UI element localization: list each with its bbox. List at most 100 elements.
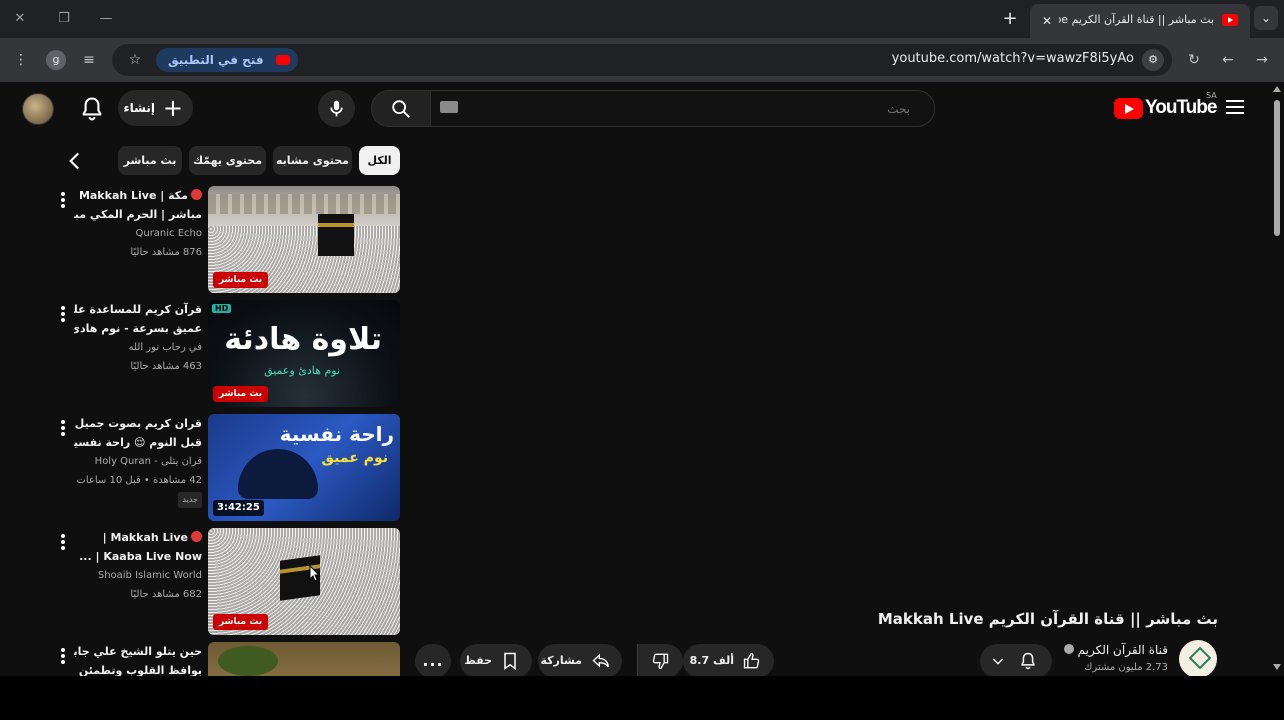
- video-thumbnail[interactable]: HD تلاوة هادئة نوم هادئ وعميق بث مباشر: [208, 300, 400, 407]
- voice-search-button[interactable]: [318, 90, 355, 127]
- window-minimize-icon[interactable]: —: [96, 9, 116, 29]
- like-count: 8.7 ألف: [689, 654, 734, 667]
- bookmark-icon: [504, 652, 516, 670]
- verified-icon: [1063, 644, 1074, 654]
- tab-search-button[interactable]: ⌄: [1254, 6, 1278, 30]
- list-item[interactable]: بث مباشر Makkah Live | Kaaba Live Now | …: [0, 528, 410, 636]
- live-badge: بث مباشر: [213, 272, 269, 288]
- video-thumbnail[interactable]: راحة نفسية نوم عميق 3:42:25: [208, 414, 400, 521]
- thumbs-down-icon: [652, 653, 669, 670]
- chip-related[interactable]: محتوى مشابه: [273, 146, 352, 175]
- chip-recommended[interactable]: محتوى يهمّك: [189, 146, 266, 175]
- thumbnail-title: راحة نفسية: [279, 422, 394, 446]
- url-text[interactable]: youtube.com/watch?v=wawzF8i5yAo: [892, 51, 1134, 66]
- video-title-line2: عميق بسرعة - نوم هادئ ...: [74, 322, 202, 335]
- share-icon: [592, 653, 610, 668]
- video-thumbnail[interactable]: [208, 642, 400, 676]
- tab-close-icon[interactable]: ✕: [1038, 12, 1056, 30]
- more-actions-icon[interactable]: [58, 306, 68, 324]
- thumbnail-subtitle: نوم عميق: [321, 450, 388, 466]
- plus-icon: +: [162, 94, 183, 122]
- youtube-app-icon: [275, 55, 290, 65]
- video-views: 42 مشاهدة • قبل 10 ساعات: [76, 475, 202, 486]
- more-actions-icon[interactable]: [58, 192, 68, 210]
- video-channel[interactable]: قران يتلى - Holy Quran: [74, 452, 202, 471]
- page-title: بث مباشر || قناة القرآن الكريم Makkah Li…: [877, 610, 1218, 628]
- video-views: 682 مشاهد حاليًا: [130, 589, 202, 600]
- youtube-page: إنشاء + YouTube SA الكل محتوى مشابه محتو…: [0, 82, 1284, 676]
- video-title-line1: قرآن كريم للمساعدة على نوم: [74, 303, 202, 316]
- keyboard-icon[interactable]: [440, 101, 458, 113]
- channel-avatar[interactable]: [1179, 640, 1217, 676]
- browser-menu-icon[interactable]: ⋮: [10, 49, 32, 71]
- chevron-down-icon: [992, 658, 1004, 665]
- scroll-up-arrow-icon[interactable]: [1273, 86, 1281, 92]
- back-arrow-icon[interactable]: →: [1251, 49, 1273, 71]
- search-input[interactable]: [430, 90, 935, 127]
- dislike-button[interactable]: [637, 644, 683, 676]
- more-actions-icon[interactable]: [58, 420, 68, 438]
- duration-badge: 3:42:25: [213, 500, 264, 516]
- tab-title: بث مباشر || قناة القرآن الكريم Makkah Li…: [1059, 13, 1214, 26]
- chip-live[interactable]: بث مباشر: [118, 146, 182, 175]
- video-title-line2: بوافظ القلوب وتطمئن: [78, 664, 202, 676]
- search-button[interactable]: [371, 90, 431, 127]
- scrollbar-thumb[interactable]: [1274, 100, 1280, 236]
- chip-all[interactable]: الكل: [359, 146, 400, 175]
- page-scrollbar[interactable]: [1270, 82, 1284, 676]
- like-button[interactable]: 8.7 ألف: [683, 644, 774, 676]
- guide-menu-icon[interactable]: [1226, 100, 1244, 116]
- video-channel[interactable]: في رحاب نور الله: [74, 338, 202, 357]
- scroll-down-arrow-icon[interactable]: [1273, 664, 1281, 670]
- window-restore-icon[interactable]: ❐: [54, 9, 74, 29]
- subscriber-count: 2.73 مليون مشترك: [1084, 662, 1168, 673]
- reading-list-icon[interactable]: ≡: [78, 49, 100, 71]
- list-item[interactable]: حين يتلو الشيخ علي جابر بوافظ القلوب وتط…: [0, 642, 410, 676]
- address-bar[interactable]: ☆ فتح في التطبيق youtube.com/watch?v=waw…: [112, 44, 1172, 76]
- account-avatar[interactable]: [22, 93, 54, 125]
- more-actions-button[interactable]: ...: [415, 644, 451, 676]
- create-label: إنشاء: [123, 101, 155, 115]
- video-title-line2: Kaaba Live Now | ...: [79, 550, 202, 563]
- channel-name[interactable]: قناة القرآن الكريم: [1063, 643, 1168, 657]
- video-thumbnail[interactable]: بث مباشر: [208, 186, 400, 293]
- save-button[interactable]: حفظ: [460, 644, 532, 676]
- forward-arrow-icon[interactable]: ←: [1217, 49, 1239, 71]
- video-thumbnail[interactable]: بث مباشر: [208, 528, 400, 635]
- video-title-line2: قبل النوم 😌 راحة نفسية ...: [74, 436, 202, 449]
- site-info-icon[interactable]: ⚙: [1142, 49, 1164, 71]
- video-channel[interactable]: Quranic Echo: [74, 224, 202, 243]
- more-actions-icon[interactable]: [58, 648, 68, 666]
- video-views: 463 مشاهد حاليًا: [130, 361, 202, 372]
- video-channel[interactable]: Shoaib Islamic World: [74, 566, 202, 585]
- window-close-icon[interactable]: ✕: [10, 9, 30, 29]
- country-code: SA: [1206, 91, 1217, 100]
- list-item[interactable]: HD تلاوة هادئة نوم هادئ وعميق بث مباشر ق…: [0, 300, 410, 408]
- thumbnail-title: تلاوة هادئة: [224, 322, 382, 357]
- video-views: 876 مشاهد حاليًا: [130, 247, 202, 258]
- new-tab-button[interactable]: +: [999, 8, 1021, 30]
- profile-avatar[interactable]: g: [46, 50, 66, 70]
- kaaba-image: [318, 214, 354, 256]
- notifications-bell-icon[interactable]: [78, 95, 106, 123]
- bookmark-star-icon[interactable]: ☆: [124, 49, 146, 71]
- list-item[interactable]: راحة نفسية نوم عميق 3:42:25 قران كريم بص…: [0, 414, 410, 522]
- open-in-app-label: فتح في التطبيق: [168, 53, 264, 67]
- video-title-line1: Makkah Live |: [74, 528, 202, 547]
- create-button[interactable]: إنشاء +: [118, 90, 193, 126]
- live-badge: بث مباشر: [213, 386, 269, 402]
- share-button[interactable]: مشاركة: [538, 644, 622, 676]
- reload-icon[interactable]: ↻: [1183, 49, 1205, 71]
- video-title-line1: حين يتلو الشيخ علي جابر: [74, 645, 202, 658]
- new-badge: جديد: [178, 492, 202, 508]
- mouse-pointer-icon: [309, 565, 321, 582]
- youtube-logo[interactable]: YouTube SA: [1114, 91, 1222, 121]
- youtube-favicon-icon: [1222, 14, 1238, 26]
- browser-tab-youtube[interactable]: ✕ بث مباشر || قناة القرآن الكريم Makkah …: [1030, 4, 1250, 38]
- list-item[interactable]: بث مباشر مكة | Makkah Live مباشر | الحرم…: [0, 186, 410, 294]
- more-actions-icon[interactable]: [58, 534, 68, 552]
- open-in-app-button[interactable]: فتح في التطبيق: [156, 48, 298, 72]
- subscription-bell-button[interactable]: [980, 644, 1052, 676]
- youtube-play-icon: [1114, 98, 1143, 119]
- chevron-left-icon[interactable]: [62, 148, 88, 174]
